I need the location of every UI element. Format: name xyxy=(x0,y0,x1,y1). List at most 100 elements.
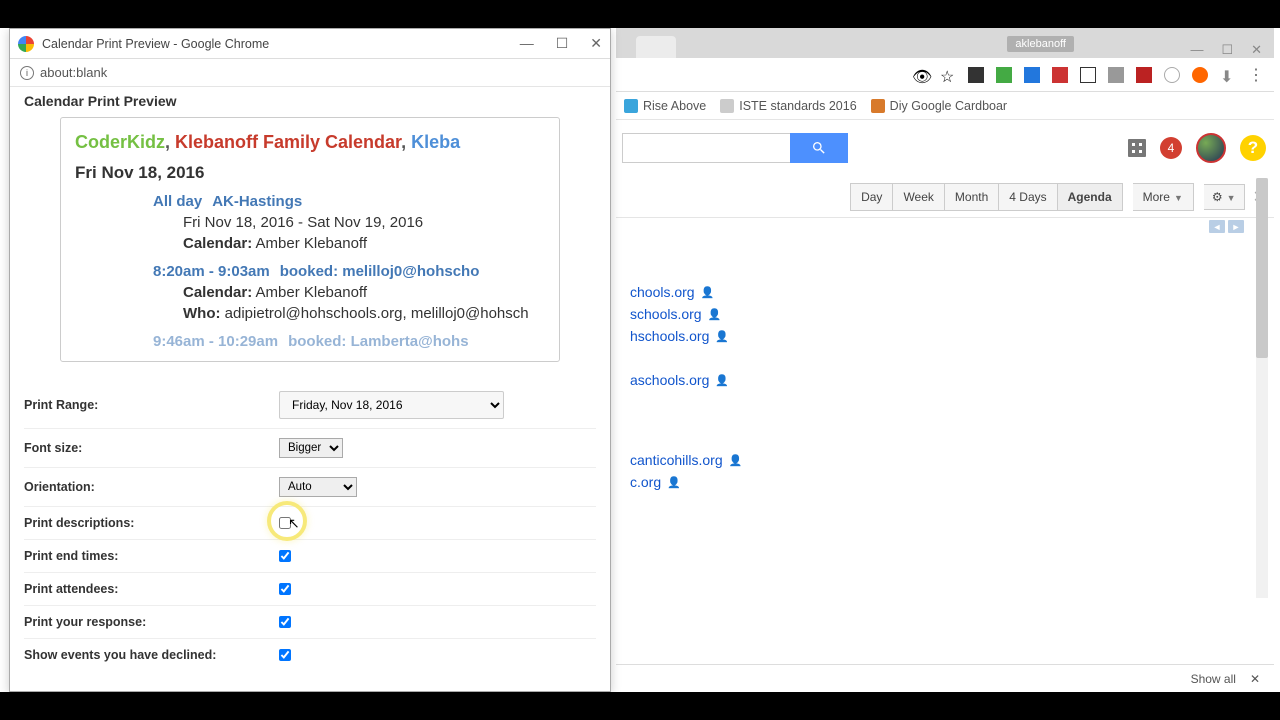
url-text: about:blank xyxy=(40,65,107,80)
cursor-icon: ↖ xyxy=(288,515,300,532)
person-icon: 👤 xyxy=(708,308,722,321)
more-menu[interactable]: More▼ xyxy=(1133,183,1194,211)
print-range-select[interactable]: Friday, Nov 18, 2016 xyxy=(279,391,504,419)
view-switcher: Day Week Month 4 Days Agenda More▼ ⚙▼ ✕ xyxy=(616,176,1274,218)
event-item: All dayAK-Hastings Fri Nov 18, 2016 - Sa… xyxy=(153,191,545,254)
pager: ◄ ► xyxy=(1209,220,1244,233)
browser-tab-strip: aklebanoff — ☐ ✕ xyxy=(616,28,1274,58)
gear-icon: ⚙ xyxy=(1212,190,1223,204)
print-descriptions-label: Print descriptions: xyxy=(24,516,279,530)
pager-next-icon[interactable]: ► xyxy=(1228,220,1244,233)
font-size-label: Font size: xyxy=(24,441,279,455)
apps-icon[interactable] xyxy=(1128,139,1146,157)
ext-icon[interactable] xyxy=(1192,67,1208,83)
info-icon: i xyxy=(20,66,34,80)
maximize-icon[interactable]: ☐ xyxy=(1221,42,1233,58)
event-item: 9:46am - 10:29ambooked: Lamberta@hohs xyxy=(153,331,545,352)
favicon-icon xyxy=(871,99,885,113)
close-icon[interactable]: ✕ xyxy=(590,35,602,52)
view-week[interactable]: Week xyxy=(893,183,944,211)
menu-icon[interactable]: ⋮ xyxy=(1248,65,1264,85)
help-icon[interactable]: ? xyxy=(1240,135,1266,161)
event-range: Fri Nov 18, 2016 - Sat Nov 19, 2016 xyxy=(183,212,545,233)
print-preview-window: Calendar Print Preview - Google Chrome —… xyxy=(9,28,611,692)
show-declined-label: Show events you have declined: xyxy=(24,648,279,662)
print-response-checkbox[interactable] xyxy=(279,616,291,628)
notifications-badge[interactable]: 4 xyxy=(1160,137,1182,159)
chevron-down-icon: ▼ xyxy=(1174,193,1183,203)
search-input[interactable] xyxy=(622,133,790,163)
font-size-select[interactable]: Bigger xyxy=(279,438,343,458)
maximize-icon[interactable]: ☐ xyxy=(556,35,569,52)
chevron-down-icon: ▼ xyxy=(1227,193,1236,203)
orientation-select[interactable]: Auto xyxy=(279,477,357,497)
print-options: Print Range: Friday, Nov 18, 2016 Font s… xyxy=(24,382,596,671)
close-icon[interactable]: ✕ xyxy=(1250,672,1260,686)
pager-prev-icon[interactable]: ◄ xyxy=(1209,220,1225,233)
event-item: 8:20am - 9:03ambooked: melilloj0@hohscho… xyxy=(153,261,545,324)
highlight-ring xyxy=(267,501,307,541)
scrollbar-thumb[interactable] xyxy=(1256,178,1268,358)
ext-icon[interactable] xyxy=(968,67,984,83)
view-agenda[interactable]: Agenda xyxy=(1058,183,1123,211)
eye-icon[interactable]: 👁 xyxy=(912,67,928,83)
ext-icon[interactable] xyxy=(1164,67,1180,83)
date-header: Fri Nov 18, 2016 xyxy=(75,163,545,183)
agenda-item[interactable]: schools.org👤 xyxy=(630,306,1260,322)
shield-icon[interactable] xyxy=(1136,67,1152,83)
print-attendees-label: Print attendees: xyxy=(24,582,279,596)
show-all-link[interactable]: Show all xyxy=(1191,672,1236,686)
downloads-bar: Show all ✕ xyxy=(616,664,1274,692)
background-window: aklebanoff — ☐ ✕ 👁 ☆ ▾ ⬇ ⋮ Rise Above IS… xyxy=(616,28,1274,692)
close-icon[interactable]: ✕ xyxy=(1251,42,1262,58)
agenda-item[interactable]: chools.org👤 xyxy=(630,284,1260,300)
minimize-icon[interactable]: — xyxy=(520,35,534,52)
person-icon: 👤 xyxy=(701,286,715,299)
person-icon: 👤 xyxy=(729,454,743,467)
bookmark-item[interactable]: ISTE standards 2016 xyxy=(720,99,856,113)
ext-icon[interactable] xyxy=(1108,67,1124,83)
ext-icon[interactable] xyxy=(1052,67,1068,83)
print-preview-area: CoderKidz, Klebanoff Family Calendar, Kl… xyxy=(60,117,560,362)
agenda-item[interactable]: aschools.org👤 xyxy=(630,372,1260,388)
download-icon[interactable]: ⬇ xyxy=(1220,67,1236,83)
settings-button[interactable]: ⚙▼ xyxy=(1204,184,1245,210)
agenda-item[interactable]: canticohills.org👤 xyxy=(630,452,1260,468)
agenda-item[interactable]: hschools.org👤 xyxy=(630,328,1260,344)
print-attendees-checkbox[interactable] xyxy=(279,583,291,595)
print-response-label: Print your response: xyxy=(24,615,279,629)
person-icon: 👤 xyxy=(715,374,729,387)
address-bar[interactable]: i about:blank xyxy=(10,59,610,87)
orientation-label: Orientation: xyxy=(24,480,279,494)
user-badge: aklebanoff xyxy=(1007,36,1074,52)
app-header: 4 ? xyxy=(616,120,1274,176)
browser-tab[interactable] xyxy=(636,36,676,58)
view-4days[interactable]: 4 Days xyxy=(999,183,1057,211)
ext-icon[interactable]: ▾ xyxy=(1024,67,1040,83)
print-end-times-checkbox[interactable] xyxy=(279,550,291,562)
bookmark-item[interactable]: Rise Above xyxy=(624,99,706,113)
agenda-item[interactable]: c.org👤 xyxy=(630,474,1260,490)
print-end-times-label: Print end times: xyxy=(24,549,279,563)
scrollbar[interactable] xyxy=(1256,178,1268,598)
chrome-icon xyxy=(18,36,34,52)
minimize-icon[interactable]: — xyxy=(1190,42,1203,58)
ext-icon[interactable] xyxy=(996,67,1012,83)
bookmark-bar: Rise Above ISTE standards 2016 Diy Googl… xyxy=(616,92,1274,120)
show-declined-checkbox[interactable] xyxy=(279,649,291,661)
person-icon: 👤 xyxy=(715,330,729,343)
person-icon: 👤 xyxy=(667,476,681,489)
search-icon xyxy=(811,140,827,156)
agenda-content: ◄ ► chools.org👤 schools.org👤 hschools.or… xyxy=(616,218,1274,510)
search-button[interactable] xyxy=(790,133,848,163)
window-title: Calendar Print Preview - Google Chrome xyxy=(42,37,269,51)
view-month[interactable]: Month xyxy=(945,183,999,211)
bookmark-item[interactable]: Diy Google Cardboar xyxy=(871,99,1007,113)
ext-icon[interactable] xyxy=(1080,67,1096,83)
star-icon[interactable]: ☆ xyxy=(940,67,956,83)
print-range-label: Print Range: xyxy=(24,398,279,412)
favicon-icon xyxy=(624,99,638,113)
calendar-names: CoderKidz, Klebanoff Family Calendar, Kl… xyxy=(75,132,545,153)
view-day[interactable]: Day xyxy=(850,183,893,211)
avatar[interactable] xyxy=(1196,133,1226,163)
